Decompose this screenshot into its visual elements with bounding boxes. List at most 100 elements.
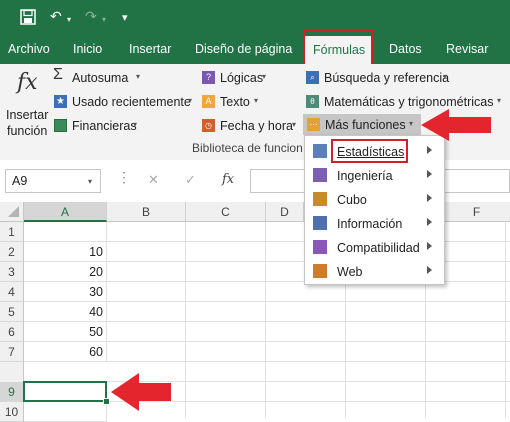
cell-a10[interactable] bbox=[24, 402, 107, 422]
tab-inicio[interactable]: Inicio bbox=[73, 34, 102, 64]
date-time-button[interactable]: ◷ Fecha y hora ▾ bbox=[202, 117, 300, 135]
menu-item-ingenieria[interactable]: Ingeniería bbox=[305, 164, 444, 188]
star-icon: ★ bbox=[54, 95, 67, 108]
row-header[interactable]: 7 bbox=[0, 342, 24, 362]
highlight-formulas-tab bbox=[303, 29, 373, 66]
menu-item-label: Cubo bbox=[337, 193, 367, 207]
insert-function-button[interactable]: fx Insertar función bbox=[4, 68, 48, 140]
cell-a3[interactable]: 20 bbox=[24, 262, 107, 282]
row-header[interactable]: 5 bbox=[0, 302, 24, 322]
row-header[interactable]: 6 bbox=[0, 322, 24, 342]
more-functions-button[interactable]: ⋯ Más funciones ▾ bbox=[303, 114, 421, 135]
undo-dropdown-icon[interactable]: ▾ bbox=[67, 10, 71, 30]
math-book-icon: θ bbox=[306, 95, 319, 108]
row-header[interactable]: 9 bbox=[0, 382, 24, 402]
cell-a1[interactable] bbox=[24, 222, 107, 242]
lookup-book-icon: ⌕ bbox=[306, 71, 319, 84]
red-arrow-more-functions-icon bbox=[421, 109, 491, 141]
redo-icon[interactable]: ↷ bbox=[85, 6, 97, 26]
tab-insertar[interactable]: Insertar bbox=[129, 34, 171, 64]
title-bar: ↶ ▾ ↷ ▾ ▾ bbox=[0, 0, 510, 34]
lookup-reference-label: Búsqueda y referencia bbox=[324, 71, 450, 85]
logical-button[interactable]: ? Lógicas ▾ bbox=[202, 69, 274, 87]
financial-label: Financieras bbox=[72, 119, 137, 133]
column-header-a[interactable]: A bbox=[24, 202, 107, 222]
cell-a4[interactable]: 30 bbox=[24, 282, 107, 302]
menu-item-label: Compatibilidad bbox=[337, 241, 420, 255]
enter-icon[interactable]: ✓ bbox=[185, 172, 196, 188]
chevron-down-icon: ▾ bbox=[497, 96, 502, 105]
statistics-icon bbox=[313, 144, 327, 158]
row-header[interactable]: 2 bbox=[0, 242, 24, 262]
cell-a6[interactable]: 50 bbox=[24, 322, 107, 342]
chevron-down-icon: ▾ bbox=[262, 72, 267, 81]
tab-diseno-de-pagina[interactable]: Diseño de página bbox=[195, 34, 292, 64]
selected-cell-a9[interactable] bbox=[23, 381, 107, 402]
cell-a2[interactable]: 10 bbox=[24, 242, 107, 262]
cube-icon bbox=[313, 192, 327, 206]
more-functions-label: Más funciones bbox=[325, 118, 406, 132]
menu-item-label: Información bbox=[337, 217, 403, 231]
compatibility-icon bbox=[313, 240, 327, 254]
menu-item-label: Web bbox=[337, 265, 363, 279]
submenu-arrow-icon bbox=[427, 266, 432, 274]
logic-book-icon: ? bbox=[202, 71, 215, 84]
cell-a7[interactable]: 60 bbox=[24, 342, 107, 362]
menu-item-informacion[interactable]: Información bbox=[305, 212, 444, 236]
submenu-arrow-icon bbox=[427, 218, 432, 226]
information-icon bbox=[313, 216, 327, 230]
cancel-icon[interactable]: ✕ bbox=[148, 172, 159, 188]
financial-button[interactable]: Financieras ▾ bbox=[53, 117, 153, 135]
menu-item-cubo[interactable]: Cubo bbox=[305, 188, 444, 212]
insert-function-label-2: función bbox=[7, 124, 48, 138]
row-header[interactable]: 3 bbox=[0, 262, 24, 282]
engineering-icon bbox=[313, 168, 327, 182]
submenu-arrow-icon bbox=[427, 194, 432, 202]
row-header[interactable]: 1 bbox=[0, 222, 24, 242]
recently-used-button[interactable]: ★ Usado recientemente ▾ bbox=[53, 93, 198, 111]
text-book-icon: A bbox=[202, 95, 215, 108]
menu-item-label: Ingeniería bbox=[337, 169, 393, 183]
row-header[interactable]: 4 bbox=[0, 282, 24, 302]
column-header-b[interactable]: B bbox=[107, 202, 186, 222]
lookup-reference-button[interactable]: ⌕ Búsqueda y referencia ▾ bbox=[306, 69, 456, 87]
date-time-label: Fecha y hora bbox=[220, 119, 293, 133]
autosum-button[interactable]: Σ Autosuma ▾ bbox=[53, 66, 153, 87]
name-box-value: A9 bbox=[12, 174, 28, 188]
column-header-d[interactable]: D bbox=[266, 202, 304, 222]
row-header[interactable]: 10 bbox=[0, 402, 24, 422]
text-label: Texto bbox=[220, 95, 250, 109]
column-header-c[interactable]: C bbox=[186, 202, 266, 222]
chevron-down-icon[interactable]: ▾ bbox=[88, 177, 92, 186]
highlight-estadisticas bbox=[331, 139, 408, 163]
redo-dropdown-icon[interactable]: ▾ bbox=[102, 10, 106, 30]
chevron-down-icon: ▾ bbox=[254, 96, 259, 105]
save-icon[interactable] bbox=[20, 9, 36, 25]
formula-bar-splitter-icon[interactable]: ⋮ bbox=[117, 169, 131, 185]
select-all-corner[interactable] bbox=[0, 202, 24, 222]
sigma-icon: Σ bbox=[53, 66, 63, 83]
tab-revisar[interactable]: Revisar bbox=[446, 34, 488, 64]
tab-archivo[interactable]: Archivo bbox=[8, 34, 50, 64]
chevron-down-icon: ▾ bbox=[443, 72, 448, 81]
row-header-gap bbox=[0, 362, 24, 382]
submenu-arrow-icon bbox=[427, 146, 432, 154]
chevron-down-icon: ▾ bbox=[409, 119, 414, 128]
group-label-function-library: Biblioteca de funcion bbox=[192, 141, 303, 155]
customize-toolbar-icon[interactable]: ▾ bbox=[122, 8, 128, 28]
menu-item-web[interactable]: Web bbox=[305, 260, 444, 284]
chevron-down-icon: ▾ bbox=[292, 120, 297, 129]
chevron-down-icon: ▾ bbox=[188, 96, 193, 105]
name-box[interactable]: A9 ▾ bbox=[5, 169, 101, 193]
tab-datos[interactable]: Datos bbox=[389, 34, 422, 64]
column-header-f[interactable]: F bbox=[443, 202, 510, 222]
ribbon-tabs: Archivo Inicio Insertar Diseño de página… bbox=[0, 34, 510, 64]
cell-a5[interactable]: 40 bbox=[24, 302, 107, 322]
insert-function-fx-icon[interactable]: fx bbox=[222, 172, 234, 187]
menu-item-compatibilidad[interactable]: Compatibilidad bbox=[305, 236, 444, 260]
submenu-arrow-icon bbox=[427, 170, 432, 178]
undo-icon[interactable]: ↶ bbox=[50, 6, 62, 26]
text-button[interactable]: A Texto ▾ bbox=[202, 93, 274, 111]
fill-handle[interactable] bbox=[103, 398, 110, 405]
book-icon bbox=[54, 119, 67, 132]
